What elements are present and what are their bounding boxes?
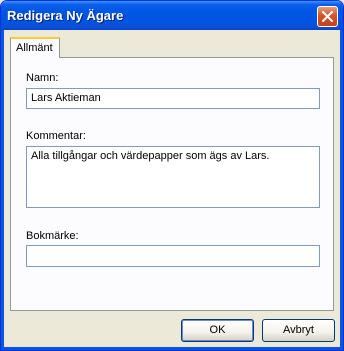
name-label: Namn: (26, 72, 59, 84)
bookmark-field[interactable] (26, 245, 320, 267)
comment-field[interactable]: Alla tillgångar och värdepapper som ägs … (26, 146, 320, 208)
cancel-button[interactable]: Avbryt (262, 319, 335, 342)
tab-label: Allmänt (16, 42, 53, 54)
ok-button[interactable]: OK (181, 319, 254, 342)
name-field[interactable]: Lars Aktieman (26, 88, 320, 109)
window-title: Redigera Ny Ägare (7, 8, 124, 23)
tab-allmant[interactable]: Allmänt (10, 37, 60, 58)
window-frame-bottom (1, 347, 343, 350)
tab-panel: Namn: Lars Aktieman Kommentar: Alla till… (10, 57, 334, 311)
title-bar[interactable]: Redigera Ny Ägare (1, 1, 343, 30)
window-frame-left (1, 30, 4, 350)
window-frame-right (340, 30, 343, 350)
dialog-window: Redigera Ny Ägare Allmänt Namn: Lars Akt… (0, 0, 344, 351)
comment-label: Kommentar: (26, 130, 86, 142)
close-button[interactable] (317, 6, 338, 27)
bookmark-label: Bokmärke: (26, 230, 79, 242)
close-icon (322, 11, 333, 22)
